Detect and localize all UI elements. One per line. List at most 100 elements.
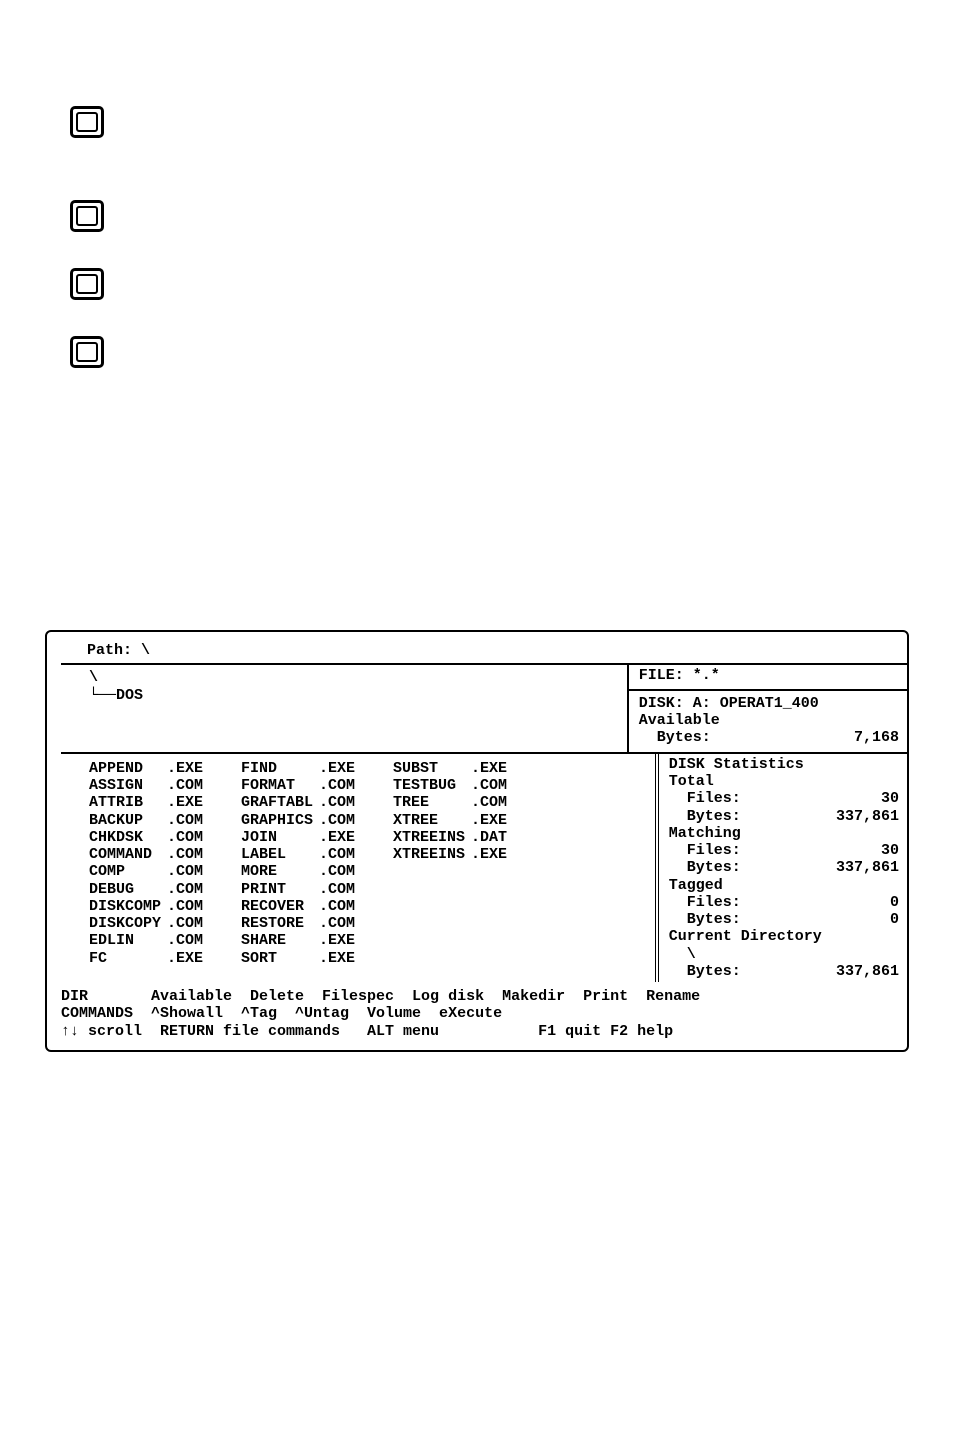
file-item[interactable]: ASSIGN.COM [89, 777, 203, 794]
file-name: BACKUP [89, 812, 167, 829]
file-ext: .COM [167, 898, 203, 915]
file-ext: .EXE [167, 760, 203, 777]
file-item[interactable]: BACKUP.COM [89, 812, 203, 829]
file-ext: .COM [167, 863, 203, 880]
disk-info-panel: FILE: *.* DISK: A: OPERAT1_400 Available… [627, 663, 907, 754]
file-name: XTREE [393, 812, 471, 829]
tree-item-dos[interactable]: └──DOS [89, 687, 627, 704]
file-ext: .EXE [471, 812, 507, 829]
file-name: CHKDSK [89, 829, 167, 846]
file-item[interactable]: TESTBUG.COM [393, 777, 507, 794]
stats-matching: Matching [669, 825, 899, 842]
file-item[interactable]: TREE.COM [393, 794, 507, 811]
file-item[interactable]: GRAFTABL.COM [241, 794, 355, 811]
current-directory-label: Current Directory [669, 928, 899, 945]
file-item[interactable]: MORE.COM [241, 863, 355, 880]
file-ext: .COM [471, 794, 507, 811]
file-ext: .COM [167, 881, 203, 898]
total-files-value: 30 [881, 790, 899, 807]
file-name: SORT [241, 950, 319, 967]
file-name: FORMAT [241, 777, 319, 794]
commands-line-3: ↑↓ scroll RETURN file commands ALT menu … [61, 1023, 893, 1040]
tagged-files-label: Files: [669, 894, 741, 911]
file-name: COMP [89, 863, 167, 880]
file-item[interactable]: XTREEINS.DAT [393, 829, 507, 846]
file-item[interactable]: APPEND.EXE [89, 760, 203, 777]
tagged-bytes-value: 0 [890, 911, 899, 928]
file-item[interactable]: FIND.EXE [241, 760, 355, 777]
file-ext: .DAT [471, 829, 507, 846]
file-item[interactable]: DISKCOPY.COM [89, 915, 203, 932]
file-ext: .EXE [319, 932, 355, 949]
file-name: DISKCOMP [89, 898, 167, 915]
directory-tree[interactable]: \ └──DOS [61, 663, 627, 754]
file-item[interactable]: XTREEINS.EXE [393, 846, 507, 863]
file-name: TESTBUG [393, 777, 471, 794]
file-name: JOIN [241, 829, 319, 846]
margin-checkbox-4[interactable] [70, 336, 104, 368]
file-ext: .EXE [471, 846, 507, 863]
file-filter: FILE: *.* [639, 667, 899, 684]
file-ext: .COM [319, 846, 355, 863]
file-item[interactable]: JOIN.EXE [241, 829, 355, 846]
file-name: PRINT [241, 881, 319, 898]
total-files-label: Files: [669, 790, 741, 807]
file-item[interactable]: CHKDSK.COM [89, 829, 203, 846]
file-ext: .EXE [319, 760, 355, 777]
file-item[interactable]: RECOVER.COM [241, 898, 355, 915]
file-item[interactable]: GRAPHICS.COM [241, 812, 355, 829]
file-item[interactable]: SHARE.EXE [241, 932, 355, 949]
file-name: SUBST [393, 760, 471, 777]
file-name: EDLIN [89, 932, 167, 949]
matching-files-value: 30 [881, 842, 899, 859]
commands-line-1[interactable]: DIR Available Delete Filespec Log disk M… [61, 988, 893, 1005]
file-name: APPEND [89, 760, 167, 777]
file-item[interactable]: ATTRIB.EXE [89, 794, 203, 811]
file-ext: .COM [319, 812, 355, 829]
file-name: SHARE [241, 932, 319, 949]
file-item[interactable]: RESTORE.COM [241, 915, 355, 932]
file-item[interactable]: DISKCOMP.COM [89, 898, 203, 915]
margin-checkbox-2[interactable] [70, 200, 104, 232]
file-item[interactable]: COMMAND.COM [89, 846, 203, 863]
stats-total: Total [669, 773, 899, 790]
curdir-bytes-label: Bytes: [669, 963, 741, 980]
available-bytes-value: 7,168 [854, 729, 899, 746]
file-list[interactable]: APPEND.EXEASSIGN.COMATTRIB.EXEBACKUP.COM… [61, 754, 655, 982]
command-bar[interactable]: DIR Available Delete Filespec Log disk M… [61, 982, 893, 1040]
file-ext: .EXE [319, 829, 355, 846]
tagged-bytes-label: Bytes: [669, 911, 741, 928]
file-name: LABEL [241, 846, 319, 863]
file-ext: .COM [167, 829, 203, 846]
disk-statistics-panel: DISK Statistics Total Files: 30 Bytes: 337… [655, 754, 907, 982]
file-item[interactable]: FC.EXE [89, 950, 203, 967]
file-name: ASSIGN [89, 777, 167, 794]
file-item[interactable]: PRINT.COM [241, 881, 355, 898]
file-ext: .COM [319, 881, 355, 898]
stats-header: DISK Statistics [669, 756, 899, 773]
curdir-bytes-value: 337,861 [836, 963, 899, 980]
file-name: ATTRIB [89, 794, 167, 811]
commands-line-2[interactable]: COMMANDS ^Showall ^Tag ^Untag Volume eXe… [61, 1005, 893, 1022]
available-label: Available [639, 712, 899, 729]
file-item[interactable]: SUBST.EXE [393, 760, 507, 777]
file-item[interactable]: XTREE.EXE [393, 812, 507, 829]
path-line: Path: \ [61, 640, 893, 663]
file-ext: .COM [167, 777, 203, 794]
file-ext: .COM [319, 915, 355, 932]
file-name: MORE [241, 863, 319, 880]
file-item[interactable]: FORMAT.COM [241, 777, 355, 794]
file-item[interactable]: EDLIN.COM [89, 932, 203, 949]
tree-root[interactable]: \ [89, 669, 627, 686]
file-item[interactable]: LABEL.COM [241, 846, 355, 863]
stats-tagged: Tagged [669, 877, 899, 894]
file-item[interactable]: SORT.EXE [241, 950, 355, 967]
margin-checkbox-3[interactable] [70, 268, 104, 300]
file-ext: .EXE [471, 760, 507, 777]
file-name: FC [89, 950, 167, 967]
tagged-files-value: 0 [890, 894, 899, 911]
file-item[interactable]: COMP.COM [89, 863, 203, 880]
margin-checkbox-1[interactable] [70, 106, 104, 138]
file-ext: .COM [167, 846, 203, 863]
file-item[interactable]: DEBUG.COM [89, 881, 203, 898]
